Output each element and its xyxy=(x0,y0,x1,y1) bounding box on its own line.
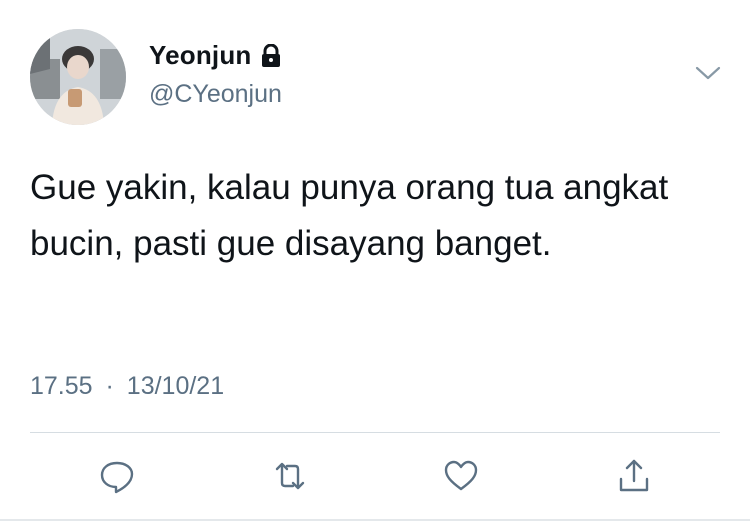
share-icon xyxy=(619,459,649,492)
tweet-date: 13/10/21 xyxy=(126,372,225,400)
meta-separator: · xyxy=(105,372,114,400)
avatar[interactable] xyxy=(30,29,126,125)
reply-icon xyxy=(100,461,134,494)
share-button[interactable] xyxy=(614,456,654,496)
like-button[interactable] xyxy=(441,456,481,496)
retweet-button[interactable] xyxy=(270,456,310,496)
reply-button[interactable] xyxy=(97,456,137,496)
divider xyxy=(30,432,720,433)
retweet-icon xyxy=(275,462,305,490)
chevron-down-icon[interactable] xyxy=(694,62,722,84)
tweet-timestamp[interactable]: 17.55 · 13/10/21 xyxy=(30,372,224,401)
display-name-row[interactable]: Yeonjun xyxy=(149,40,282,71)
like-icon xyxy=(444,460,478,491)
tweet-text: Gue yakin, kalau punya orang tua angkat … xyxy=(30,168,669,263)
lock-icon xyxy=(260,43,282,68)
display-name[interactable]: Yeonjun xyxy=(149,40,252,71)
handle[interactable]: @CYeonjun xyxy=(149,80,282,109)
tweet-time: 17.55 xyxy=(30,372,93,400)
